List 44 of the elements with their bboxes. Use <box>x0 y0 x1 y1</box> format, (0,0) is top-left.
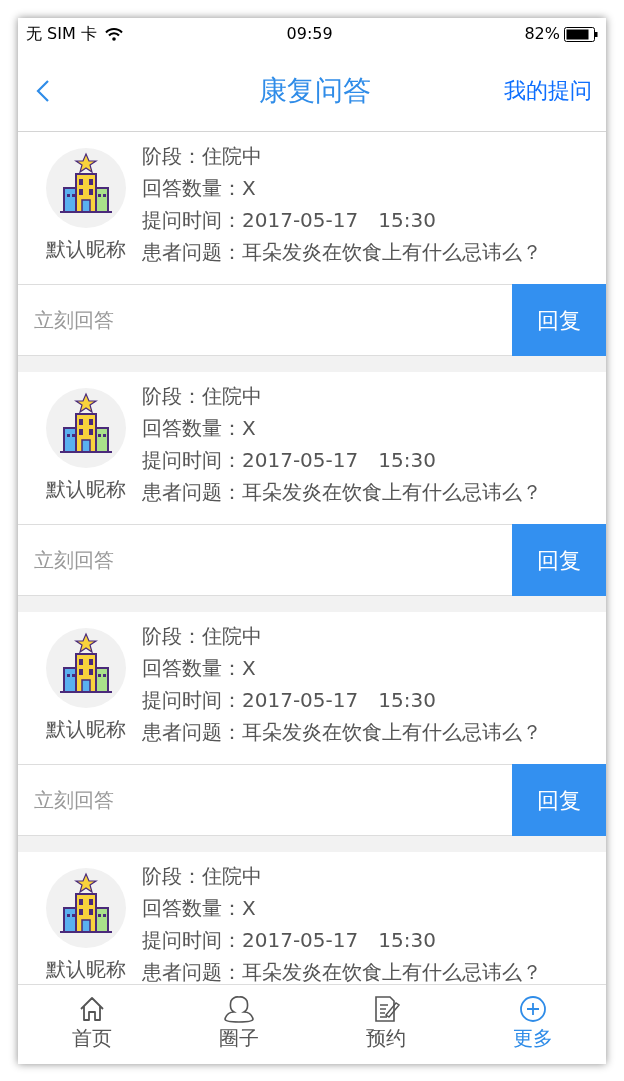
answer-field[interactable]: 立刻回答 <box>18 524 512 596</box>
info-text: 患者问题：耳朵发炎在饮食上有什么忌讳么？ <box>142 239 542 266</box>
building-avatar-icon <box>46 868 126 948</box>
reply-button[interactable]: 回复 <box>512 764 606 836</box>
carrier-text: 无 SIM 卡 <box>26 23 97 45</box>
building-avatar-icon <box>46 628 126 708</box>
tab-item[interactable]: 预约 <box>312 985 459 1064</box>
info-text: 提问时间：2017-05-17 15:30 <box>142 687 437 714</box>
nickname-text: 默认昵称 <box>46 716 126 743</box>
info-text: 提问时间：2017-05-17 15:30 <box>142 207 437 234</box>
info-text: 阶段：住院中 <box>142 623 263 650</box>
battery-icon <box>564 26 598 42</box>
plus-icon <box>518 995 547 1023</box>
tab-item[interactable]: 更多 <box>459 985 606 1064</box>
wifi-icon <box>104 27 123 41</box>
info-text: 患者问题：耳朵发炎在饮食上有什么忌讳么？ <box>142 959 542 984</box>
info-text: 回答数量：X <box>142 655 257 682</box>
answer-field[interactable]: 立刻回答 <box>18 764 512 836</box>
info-text: 回答数量：X <box>142 895 257 922</box>
info-text: 阶段：住院中 <box>142 383 263 410</box>
nickname-text: 默认昵称 <box>46 236 126 263</box>
battery-text: 82% <box>524 23 560 45</box>
back-icon[interactable] <box>36 78 50 103</box>
info-text: 提问时间：2017-05-17 15:30 <box>142 927 437 954</box>
info-text: 阶段：住院中 <box>142 863 263 890</box>
info-text: 提问时间：2017-05-17 15:30 <box>142 447 437 474</box>
time-text: 09:59 <box>286 23 333 45</box>
info-text: 回答数量：X <box>142 175 257 202</box>
nickname-text: 默认昵称 <box>46 956 126 983</box>
reply-button[interactable]: 回复 <box>512 524 606 596</box>
info-text: 阶段：住院中 <box>142 143 263 170</box>
my-questions-link[interactable]: 我的提问 <box>504 74 592 107</box>
reply-button[interactable]: 回复 <box>512 284 606 356</box>
answer-field[interactable]: 立刻回答 <box>18 284 512 356</box>
tab-item[interactable]: 圈子 <box>165 985 312 1064</box>
people-icon <box>222 995 255 1023</box>
page-title: 康复问答 <box>259 72 371 109</box>
building-avatar-icon <box>46 148 126 228</box>
info-text: 患者问题：耳朵发炎在饮食上有什么忌讳么？ <box>142 479 542 506</box>
tab-item[interactable]: 首页 <box>18 985 165 1064</box>
building-avatar-icon <box>46 388 126 468</box>
info-text: 回答数量：X <box>142 415 257 442</box>
nickname-text: 默认昵称 <box>46 476 126 503</box>
info-text: 患者问题：耳朵发炎在饮食上有什么忌讳么？ <box>142 719 542 746</box>
